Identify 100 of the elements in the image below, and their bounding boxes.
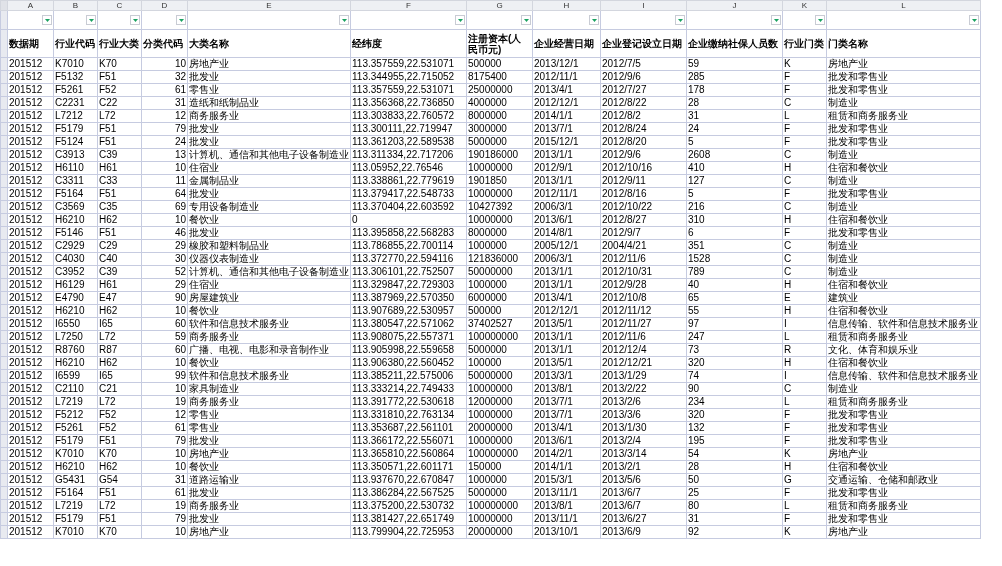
table-cell: F5261: [53, 83, 98, 97]
table-cell: 30: [141, 252, 188, 266]
table-cell: 信息传输、软件和信息技术服务业: [826, 369, 981, 383]
table-cell: 2013/1/1: [532, 148, 601, 162]
table-cell: 113.344955,22.715052: [350, 70, 467, 84]
table-cell: 2013/2/1: [600, 460, 687, 474]
filter-dropdown-button[interactable]: [815, 15, 825, 25]
table-cell: F52: [97, 83, 142, 97]
table-cell: 2013/7/1: [532, 395, 601, 409]
table-cell: 100000000: [466, 330, 533, 344]
table-cell: H6210: [53, 356, 98, 370]
filter-dropdown-button[interactable]: [130, 15, 140, 25]
filter-dropdown-button[interactable]: [42, 15, 52, 25]
table-cell: 201512: [7, 57, 54, 71]
column-letter-header[interactable]: J: [686, 0, 783, 11]
table-cell: 410: [686, 161, 783, 175]
table-cell: 1000000: [466, 473, 533, 487]
table-cell: 住宿和餐饮业: [826, 213, 981, 227]
table-cell: 制造业: [826, 174, 981, 188]
table-cell: H62: [97, 304, 142, 318]
table-cell: H: [782, 356, 827, 370]
table-cell: L: [782, 395, 827, 409]
table-cell: 113.905998,22.559658: [350, 343, 467, 357]
table-cell: 100000000: [466, 499, 533, 513]
table-cell: 60: [141, 317, 188, 331]
table-cell: 113.375200,22.530732: [350, 499, 467, 513]
table-cell: 113.331810,22.763134: [350, 408, 467, 422]
table-cell: 建筑业: [826, 291, 981, 305]
table-cell: 批发和零售业: [826, 434, 981, 448]
table-cell: 2013/10/1: [532, 525, 601, 539]
table-cell: 批发业: [187, 434, 351, 448]
table-cell: I6550: [53, 317, 98, 331]
table-cell: 2013/7/1: [532, 122, 601, 136]
filter-dropdown-button[interactable]: [771, 15, 781, 25]
table-cell: 1000000: [466, 239, 533, 253]
table-cell: 201512: [7, 135, 54, 149]
table-cell: 5: [686, 135, 783, 149]
column-letter-header[interactable]: E: [187, 0, 351, 11]
filter-dropdown-button[interactable]: [675, 15, 685, 25]
filter-dropdown-button[interactable]: [455, 15, 465, 25]
filter-dropdown-button[interactable]: [176, 15, 186, 25]
table-cell: F: [782, 486, 827, 500]
column-letter-header[interactable]: B: [53, 0, 98, 11]
column-letter-header[interactable]: I: [600, 0, 687, 11]
table-cell: 201512: [7, 473, 54, 487]
table-cell: F51: [97, 512, 142, 526]
table-cell: R8760: [53, 343, 98, 357]
column-letter-header[interactable]: F: [350, 0, 467, 11]
table-cell: 零售业: [187, 83, 351, 97]
table-cell: 216: [686, 200, 783, 214]
table-cell: 批发业: [187, 70, 351, 84]
table-cell: 2012/9/1: [532, 161, 601, 175]
table-cell: 10: [141, 525, 188, 539]
table-cell: H61: [97, 161, 142, 175]
table-cell: F: [782, 122, 827, 136]
table-cell: L7219: [53, 499, 98, 513]
table-cell: 113.357559,22.531071: [350, 83, 467, 97]
table-cell: 商务服务业: [187, 330, 351, 344]
table-cell: 2013/4/1: [532, 83, 601, 97]
table-cell: 201512: [7, 330, 54, 344]
filter-dropdown-button[interactable]: [521, 15, 531, 25]
table-cell: 批发和零售业: [826, 226, 981, 240]
table-cell: 房地产业: [187, 447, 351, 461]
table-cell: H: [782, 304, 827, 318]
column-letter-header[interactable]: A: [7, 0, 54, 11]
table-cell: C29: [97, 239, 142, 253]
table-cell: 2014/2/1: [532, 447, 601, 461]
table-cell: 201512: [7, 356, 54, 370]
filter-dropdown-button[interactable]: [589, 15, 599, 25]
filter-dropdown-button[interactable]: [339, 15, 349, 25]
table-cell: 2015/3/1: [532, 473, 601, 487]
table-cell: 113.385211,22.575006: [350, 369, 467, 383]
column-letter-header[interactable]: K: [782, 0, 827, 11]
table-cell: H6210: [53, 460, 98, 474]
column-letter-header[interactable]: C: [97, 0, 142, 11]
table-cell: K: [782, 525, 827, 539]
table-cell: 201512: [7, 83, 54, 97]
table-cell: 制造业: [826, 265, 981, 279]
table-cell: 5000000: [466, 135, 533, 149]
column-letter-header[interactable]: H: [532, 0, 601, 11]
table-cell: 201512: [7, 161, 54, 175]
table-cell: 52: [141, 265, 188, 279]
table-cell: 2012/12/1: [532, 96, 601, 110]
table-cell: 2013/11/1: [532, 512, 601, 526]
filter-dropdown-button[interactable]: [86, 15, 96, 25]
table-cell: E: [782, 291, 827, 305]
table-cell: 31: [141, 473, 188, 487]
column-header: 门类名称: [826, 29, 981, 58]
column-header: 分类代码: [141, 29, 188, 58]
column-letter-header[interactable]: D: [141, 0, 188, 11]
column-letter-header[interactable]: G: [466, 0, 533, 11]
filter-dropdown-button[interactable]: [969, 15, 979, 25]
column-header: 企业经营日期: [532, 29, 601, 58]
table-cell: C: [782, 96, 827, 110]
table-cell: 2013/12/1: [532, 57, 601, 71]
table-cell: 住宿和餐饮业: [826, 304, 981, 318]
table-cell: 2013/1/1: [532, 278, 601, 292]
column-letter-header[interactable]: L: [826, 0, 981, 11]
table-cell: 201512: [7, 304, 54, 318]
table-cell: K70: [97, 57, 142, 71]
